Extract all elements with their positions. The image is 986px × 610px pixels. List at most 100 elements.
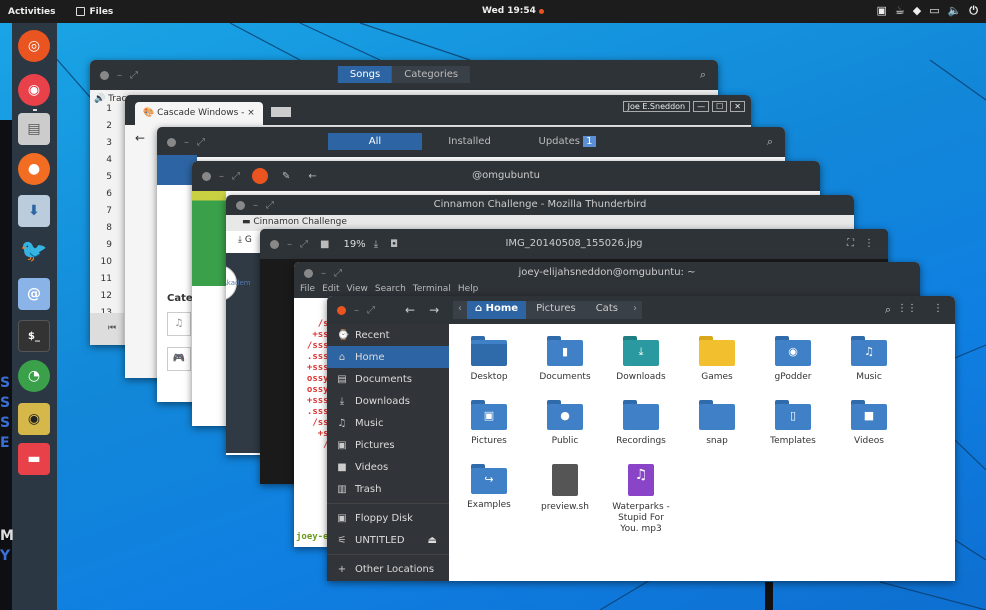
network-icon[interactable]: ◆ — [913, 4, 921, 18]
eject-icon[interactable]: ⏏ — [428, 535, 437, 546]
sidebar-item-home[interactable]: ⌂ Home — [327, 346, 449, 368]
path-pictures[interactable]: Pictures — [526, 301, 586, 319]
speaker-icon[interactable]: ◉ — [18, 403, 50, 435]
path-cats[interactable]: Cats — [585, 301, 628, 319]
track-row-number[interactable]: 9 — [90, 240, 120, 257]
file-item[interactable]: ▯ Templates — [761, 400, 825, 447]
sidebar-item-untitled[interactable]: ⚟ UNTITLED ⏏ — [327, 529, 449, 551]
minimize-icon[interactable]: – — [287, 239, 292, 250]
maximize-icon[interactable]: ☐ — [712, 101, 728, 112]
close-icon[interactable] — [100, 70, 109, 80]
gallery-icon[interactable]: ■ — [320, 239, 329, 250]
screen-icon[interactable]: ▭ — [929, 4, 939, 18]
track-row-number[interactable]: 10 — [90, 257, 120, 274]
gpodder-icon[interactable]: ◔ — [18, 360, 50, 392]
forward-icon[interactable]: → — [429, 303, 439, 317]
search-icon[interactable]: ⌕ — [885, 303, 891, 317]
tab-updates[interactable]: Updates 1 — [517, 133, 617, 150]
tab-songs[interactable]: Songs — [337, 66, 393, 83]
fullscreen-icon[interactable]: ⛶ — [847, 238, 854, 249]
maximize-icon[interactable]: ⤢ — [367, 305, 375, 316]
ubuntu-icon[interactable]: ◎ — [18, 30, 50, 62]
maximize-icon[interactable]: ⤢ — [300, 239, 308, 250]
sidebar-item-videos[interactable]: ■ Videos — [327, 456, 449, 478]
clock[interactable]: Wed 19:54 — [482, 6, 544, 16]
sidebar-item-pictures[interactable]: ▣ Pictures — [327, 434, 449, 456]
track-row-number[interactable]: 8 — [90, 223, 120, 240]
menu-file[interactable]: File — [300, 284, 315, 298]
close-icon[interactable] — [167, 137, 176, 147]
sidebar-item-downloads[interactable]: ⤓ Downloads — [327, 390, 449, 412]
app-menu[interactable]: Files — [75, 7, 113, 17]
file-item[interactable]: Recordings — [609, 400, 673, 447]
close-icon[interactable] — [202, 171, 211, 181]
menu-icon[interactable]: ⋮ — [933, 303, 943, 314]
minimize-icon[interactable]: — — [693, 101, 710, 112]
zoom-level[interactable]: 19% — [343, 239, 365, 250]
grid-view-icon[interactable]: ⋮⋮ — [897, 303, 917, 314]
coffee-icon[interactable]: ☕ — [895, 4, 905, 18]
files-window[interactable]: – ⤢ ← → ‹ ⌂ Home Pictures Cats › ⌕ ⋮⋮ ⋮ ⌚… — [327, 296, 955, 581]
back-icon[interactable]: ← — [405, 303, 415, 317]
games-category-icon[interactable]: 🎮 — [167, 347, 191, 371]
tab-all[interactable]: All — [328, 133, 422, 150]
minimize-icon[interactable]: – — [354, 305, 359, 316]
previous-button[interactable]: ⏮ — [90, 313, 124, 345]
close-icon[interactable] — [270, 239, 279, 249]
path-right-arrow[interactable]: › — [627, 301, 642, 319]
tab-installed[interactable]: Installed — [422, 133, 517, 150]
profile-button[interactable]: Joe E.Sneddon — [622, 101, 691, 112]
minimize-icon[interactable]: – — [321, 268, 326, 279]
music-category-icon[interactable]: ♫ — [167, 312, 191, 336]
minimize-icon[interactable]: – — [184, 137, 189, 148]
file-item[interactable]: ▣ Pictures — [457, 400, 521, 447]
back-icon[interactable]: ← — [308, 171, 316, 182]
minimize-icon[interactable]: – — [219, 171, 224, 182]
volume-icon[interactable]: 🔈 — [948, 4, 962, 18]
file-item[interactable]: Desktop — [457, 336, 521, 383]
maximize-icon[interactable]: ⤢ — [334, 268, 342, 279]
close-icon[interactable] — [304, 268, 313, 278]
cards-icon[interactable]: ▬ — [18, 443, 50, 475]
track-row-number[interactable]: 3 — [90, 138, 120, 155]
file-item[interactable]: ⤓ Downloads — [609, 336, 673, 383]
file-item[interactable]: snap — [685, 400, 749, 447]
tab-categories[interactable]: Categories — [392, 66, 471, 83]
maximize-icon[interactable]: ⤢ — [197, 137, 205, 148]
close-icon[interactable]: ✕ — [730, 101, 745, 112]
file-item[interactable]: ◉ gPodder — [761, 336, 825, 383]
terminal-icon[interactable]: $_ — [18, 320, 50, 352]
mail-icon[interactable]: @ — [18, 278, 50, 310]
compose-icon[interactable]: ✎ — [282, 171, 290, 182]
track-row-number[interactable]: 12 — [90, 291, 120, 308]
activities-button[interactable]: Activities — [8, 7, 56, 17]
chrome-tab[interactable]: 🎨 Cascade Windows - × — [135, 102, 263, 125]
power-icon[interactable]: ⏻ — [969, 4, 978, 18]
track-row-number[interactable]: 4 — [90, 155, 120, 172]
path-left-arrow[interactable]: ‹ — [453, 301, 467, 319]
track-row-number[interactable]: 5 — [90, 172, 120, 189]
avatar[interactable] — [252, 168, 268, 184]
chromium-icon[interactable]: ◉ — [18, 74, 50, 106]
minimize-icon[interactable]: – — [253, 200, 258, 211]
maximize-icon[interactable]: ⤢ — [266, 200, 274, 211]
file-item[interactable]: ♫ Music — [837, 336, 901, 383]
files-icon[interactable]: ▤ — [18, 113, 50, 145]
file-item[interactable]: ♫ Waterparks - Stupid For You. mp3 — [609, 464, 673, 535]
track-row-number[interactable]: 6 — [90, 189, 120, 206]
sidebar-item-floppy-disk[interactable]: ▣ Floppy Disk — [327, 507, 449, 529]
system-tray[interactable]: ▣ ☕ ◆ ▭ 🔈 ⏻ — [876, 4, 978, 18]
close-icon[interactable] — [337, 305, 346, 315]
maximize-icon[interactable]: ⤢ — [130, 70, 138, 81]
file-item[interactable]: preview.sh — [533, 464, 597, 513]
chevron-down-icon[interactable]: ⤓ — [374, 239, 378, 250]
sidebar-item-other-locations[interactable]: + Other Locations — [327, 558, 449, 580]
twitter-icon[interactable]: 🐦 — [18, 235, 50, 267]
menu-icon[interactable]: ⋮ — [864, 238, 874, 249]
track-row-number[interactable]: 7 — [90, 206, 120, 223]
file-item[interactable]: Games — [685, 336, 749, 383]
firefox-icon[interactable]: ● — [18, 153, 50, 185]
software-icon[interactable]: ⬇ — [18, 195, 50, 227]
sidebar-item-documents[interactable]: ▤ Documents — [327, 368, 449, 390]
sidebar-item-trash[interactable]: ▥ Trash — [327, 478, 449, 500]
